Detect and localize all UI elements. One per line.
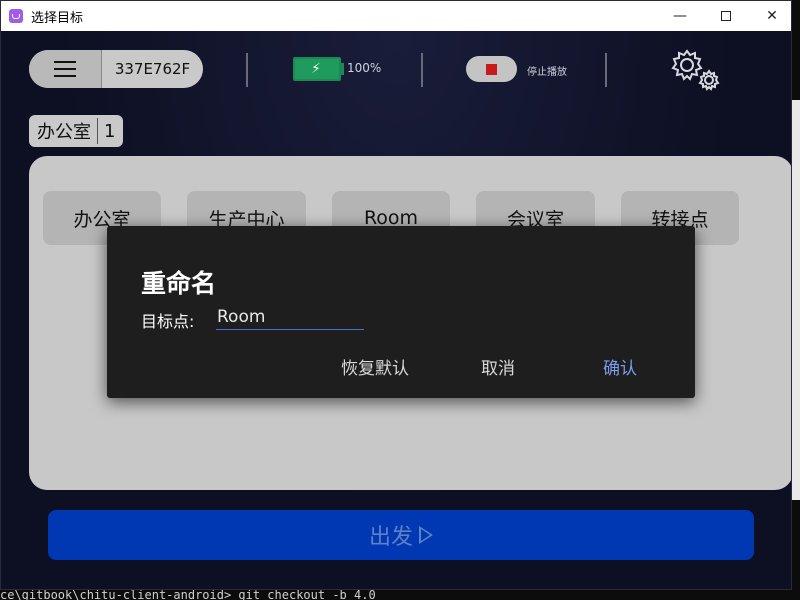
minimize-icon: — xyxy=(673,8,687,24)
maximize-button[interactable] xyxy=(703,1,749,31)
confirm-button[interactable]: 确认 xyxy=(603,354,637,379)
battery-terminal xyxy=(341,63,344,75)
app-icon xyxy=(9,9,23,23)
maximize-icon xyxy=(721,11,731,21)
title-bar: 选择目标 — ✕ xyxy=(1,1,791,31)
stop-playback-label: 停止播放 xyxy=(527,67,567,78)
dialog-title: 重命名 xyxy=(141,269,217,298)
cancel-button[interactable]: 取消 xyxy=(481,354,515,379)
rename-dialog: 重命名 目标点: 恢复默认 取消 确认 xyxy=(107,226,695,398)
location-name: 办公室 xyxy=(37,118,98,144)
header-divider xyxy=(246,53,248,87)
battery-percent: 100% xyxy=(347,61,382,75)
window-title: 选择目标 xyxy=(31,10,84,26)
device-id[interactable]: 337E762F xyxy=(102,50,203,88)
header-divider xyxy=(605,53,607,87)
go-button[interactable]: 出发 xyxy=(48,510,754,560)
target-name-input[interactable] xyxy=(216,304,364,330)
menu-button[interactable] xyxy=(29,50,102,88)
reset-default-button[interactable]: 恢复默认 xyxy=(341,354,409,379)
device-selector: 337E762F xyxy=(29,50,203,88)
minimize-button[interactable]: — xyxy=(657,1,703,31)
go-label: 出发 xyxy=(368,525,413,550)
location-count: 1 xyxy=(104,120,116,142)
stop-playback-button[interactable] xyxy=(466,56,517,82)
settings-button[interactable] xyxy=(669,49,725,93)
gear-icon xyxy=(671,49,720,91)
charging-bolt-icon: ⚡ xyxy=(311,61,321,77)
location-chip[interactable]: 办公室 1 xyxy=(29,115,124,147)
app-window: 选择目标 — ✕ 337E762F ⚡ 100% 停止播放 办公室 1 办公室 … xyxy=(0,0,792,590)
play-arrow-icon xyxy=(419,526,433,544)
close-icon: ✕ xyxy=(766,8,778,24)
stop-icon xyxy=(486,63,497,75)
header-divider xyxy=(421,53,423,87)
terminal-bottom-line: ce\gitbook\chitu-client-android> git che… xyxy=(0,590,376,600)
target-name-label: 目标点: xyxy=(141,312,195,331)
close-button[interactable]: ✕ xyxy=(749,1,791,31)
hamburger-icon xyxy=(54,61,76,77)
